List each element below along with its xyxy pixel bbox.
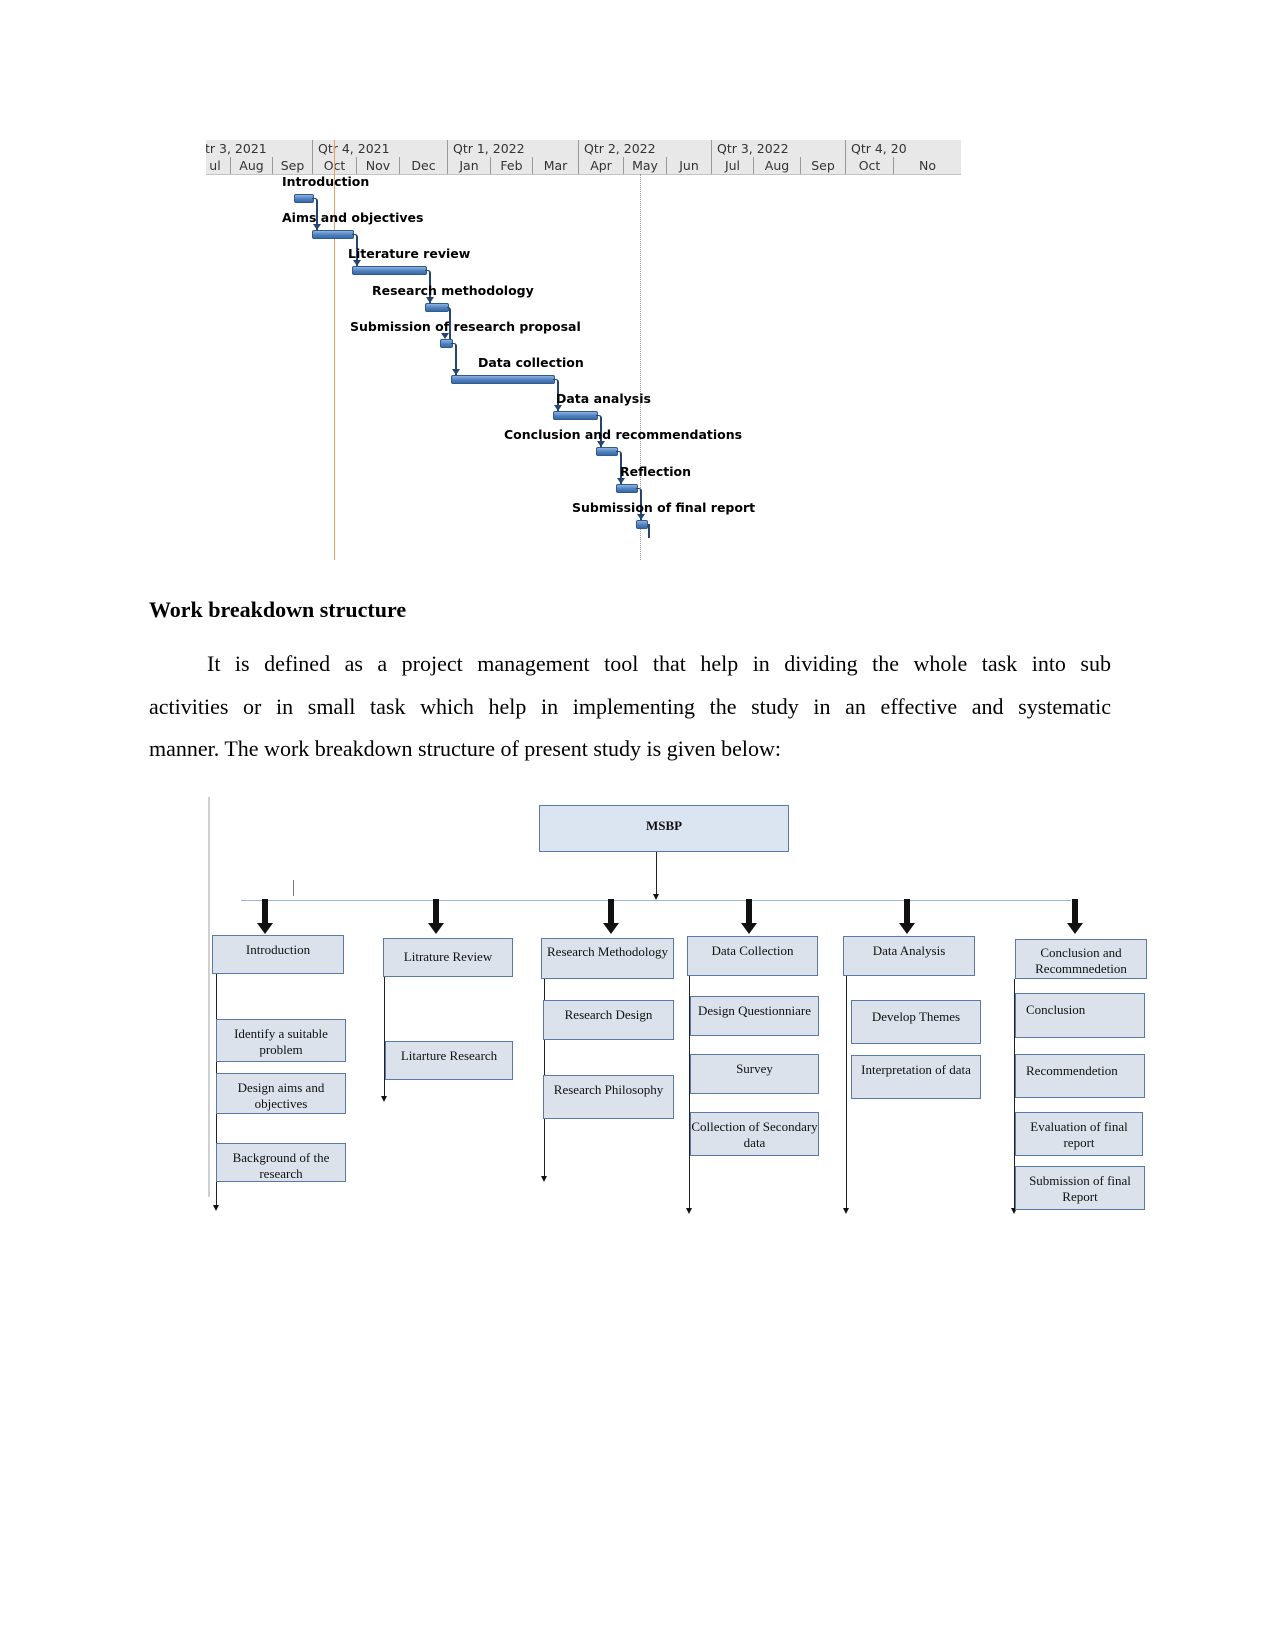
wbs-root-node[interactable]: MSBP (539, 805, 789, 852)
root-connector (656, 852, 657, 896)
task-bar (294, 194, 314, 203)
month-label: Oct (845, 157, 893, 174)
branch-line (846, 976, 847, 1210)
task-label: Reflection (620, 463, 692, 479)
quarter-label: Qtr 4, 2021 (312, 140, 447, 157)
task-label: Data analysis (556, 391, 651, 407)
month-label: ul (209, 158, 221, 173)
task-bar (596, 447, 619, 457)
wbs-task-node[interactable]: Survey (690, 1054, 819, 1094)
wbs-task-node[interactable]: Submission of final Report (1015, 1166, 1145, 1210)
task-label: Data collection (478, 355, 584, 370)
month-label: May (623, 157, 666, 174)
month-label: Apr (578, 157, 623, 174)
today-line (334, 140, 335, 560)
arrow-down-icon (541, 1176, 547, 1182)
gantt-body: Introduction Aims and objectives Literatur… (206, 140, 961, 560)
gantt-chart: tr 3, 2021 Qtr 4, 2021 Qtr 1, 2022 Qtr 2… (206, 140, 961, 560)
wbs-task-node[interactable]: Background of the research (216, 1143, 346, 1182)
section-heading: Work breakdown structure (149, 597, 407, 622)
section-paragraph: It is defined as a project management to… (149, 643, 1111, 771)
wbs-branch-node[interactable]: Data Analysis (843, 936, 975, 976)
quarter-label: Qtr 4, 20 (845, 140, 961, 157)
paragraph-line: activities or in small task which help i… (149, 693, 1111, 719)
month-label: Aug (230, 157, 272, 174)
wbs-branch-node[interactable]: Research Methodology (541, 938, 674, 979)
branch-bus-line (241, 900, 1071, 901)
wbs-branch-node[interactable]: Litrature Review (383, 938, 513, 977)
month-header-row: ulAugSepOctNovDecJanFebMarAprMayJunJulAu… (206, 157, 961, 175)
arrow-down-icon (740, 899, 758, 935)
wbs-task-node[interactable]: Evaluation of final report (1015, 1112, 1143, 1156)
arrow-down-icon (381, 1096, 387, 1102)
quarter-label: tr 3, 2021 (206, 141, 267, 156)
quarter-label: Qtr 3, 2022 (711, 140, 845, 157)
task-label: Literature review (348, 246, 471, 262)
quarter-label: Qtr 1, 2022 (447, 140, 578, 157)
month-label: Sep (800, 157, 845, 174)
task-label: Research methodology (372, 282, 534, 298)
wbs-task-node[interactable]: Collection of Secondary data (690, 1112, 819, 1156)
month-label: Mar (532, 157, 578, 174)
wbs-task-node[interactable]: Conclusion (1015, 993, 1145, 1038)
task-label: Conclusion and recommendations (504, 427, 743, 443)
quarter-header-row: tr 3, 2021 Qtr 4, 2021 Qtr 1, 2022 Qtr 2… (206, 140, 961, 158)
arrow-down-icon (898, 899, 916, 935)
month-label: Jan (447, 157, 490, 174)
text-cursor (293, 880, 294, 896)
task-bar (312, 230, 354, 240)
wbs-branch-node[interactable]: Data Collection (687, 936, 818, 976)
wbs-task-node[interactable]: Interpretation of data (851, 1055, 981, 1099)
wbs-task-node[interactable]: Research Philosophy (543, 1075, 674, 1119)
arrow-down-icon (653, 894, 659, 900)
wbs-task-node[interactable]: Recommendetion (1015, 1054, 1145, 1098)
paragraph-line: manner. The work breakdown structure of … (149, 736, 781, 761)
diagram-frame-edge (208, 797, 210, 1197)
task-bar (425, 302, 449, 312)
task-bar (451, 375, 555, 384)
month-label: Jun (666, 157, 711, 174)
arrow-down-icon (843, 1208, 849, 1214)
month-label: Sep (272, 157, 312, 174)
arrow-down-icon (686, 1208, 692, 1214)
month-label: Jul (711, 157, 753, 174)
wbs-task-node[interactable]: Develop Themes (851, 1000, 981, 1044)
task-label: Introduction (282, 174, 370, 189)
wbs-task-node[interactable]: Design Questionniare (690, 996, 819, 1036)
arrow-down-icon (256, 899, 274, 935)
paragraph-line: It is defined as a project management to… (207, 651, 1111, 676)
wbs-task-node[interactable]: Design aims and objectives (216, 1073, 346, 1114)
month-label: Aug (753, 157, 800, 174)
task-label: Aims and objectives (282, 210, 424, 226)
task-bar (616, 483, 638, 493)
task-bar (552, 411, 598, 421)
task-label: Submission of final report (572, 499, 756, 515)
month-label: Nov (356, 157, 399, 174)
month-label: Feb (490, 157, 532, 174)
dependency-connector (646, 523, 650, 538)
wbs-task-node[interactable]: Litarture Research (385, 1041, 513, 1080)
quarter-label: Qtr 2, 2022 (578, 140, 711, 157)
wbs-task-node[interactable]: Research Design (543, 1000, 674, 1040)
arrow-down-icon (213, 1205, 219, 1211)
task-bar (351, 266, 428, 276)
wbs-branch-node[interactable]: Conclusion and Recommnedetion (1015, 939, 1147, 979)
month-label: Dec (399, 157, 447, 174)
arrow-down-icon (1066, 899, 1084, 935)
task-label: Submission of research proposal (350, 318, 581, 334)
arrow-down-icon (427, 899, 445, 935)
wbs-task-node[interactable]: Identify a suitable problem (216, 1019, 346, 1062)
wbs-branch-node[interactable]: Introduction (212, 935, 344, 974)
month-label: No (893, 157, 961, 174)
arrow-down-icon (602, 899, 620, 935)
